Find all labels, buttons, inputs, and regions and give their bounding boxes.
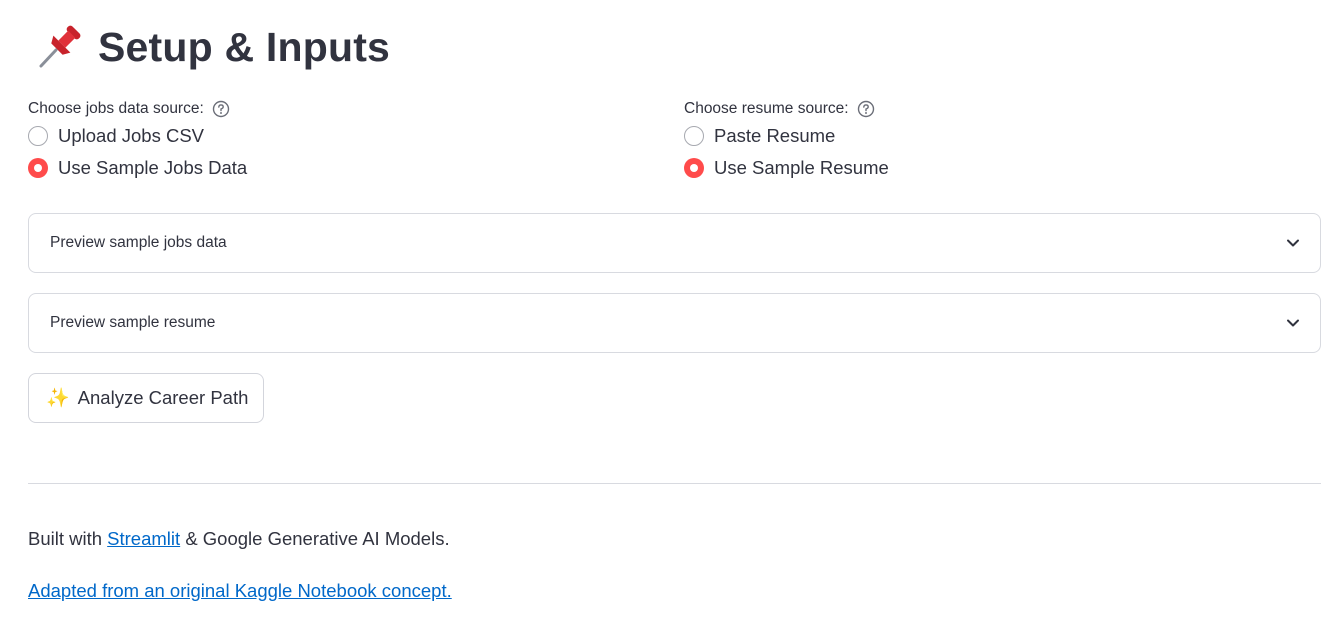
radio-unselected-icon[interactable]: [28, 126, 48, 146]
sparkles-icon: ✨: [46, 388, 70, 409]
streamlit-link[interactable]: Streamlit: [107, 528, 180, 549]
help-circle-icon[interactable]: [857, 100, 875, 118]
resume-source-label: Choose resume source:: [684, 100, 849, 117]
help-circle-icon[interactable]: [212, 100, 230, 118]
radio-selected-icon[interactable]: [684, 158, 704, 178]
radio-label: Upload Jobs CSV: [58, 125, 205, 146]
chevron-down-icon: [1287, 239, 1299, 247]
page-title: Setup & Inputs: [98, 23, 391, 70]
expander-label: Preview sample resume: [50, 314, 216, 331]
analyze-career-path-button[interactable]: ✨ Analyze Career Path: [28, 373, 265, 423]
radio-paste-resume[interactable]: Paste Resume: [684, 120, 889, 152]
radio-selected-icon[interactable]: [28, 158, 48, 178]
footer-attribution: Adapted from an original Kaggle Notebook…: [28, 580, 452, 602]
pushpin-icon: [39, 25, 81, 68]
radio-unselected-icon[interactable]: [684, 126, 704, 146]
jobs-source-label: Choose jobs data source:: [28, 100, 204, 117]
page-header: Setup & Inputs: [34, 22, 390, 72]
radio-use-sample-jobs-data[interactable]: Use Sample Jobs Data: [28, 152, 247, 184]
radio-label: Paste Resume: [714, 125, 836, 146]
expander-preview-jobs-data[interactable]: Preview sample jobs data: [28, 213, 1321, 273]
radio-upload-jobs-csv[interactable]: Upload Jobs CSV: [28, 120, 247, 152]
footer-built-with: Built with Streamlit & Google Generative…: [28, 528, 450, 549]
chevron-down-icon: [1287, 319, 1299, 327]
radio-use-sample-resume[interactable]: Use Sample Resume: [684, 152, 889, 184]
radio-label: Use Sample Jobs Data: [58, 157, 248, 178]
expander-label: Preview sample jobs data: [50, 234, 227, 251]
button-label: Analyze Career Path: [77, 387, 249, 408]
kaggle-notebook-link[interactable]: Adapted from an original Kaggle Notebook…: [28, 580, 452, 601]
resume-source-radio-group: Choose resume source: Paste Resume Use S…: [684, 98, 889, 184]
expander-preview-resume[interactable]: Preview sample resume: [28, 293, 1321, 353]
jobs-source-radio-group: Choose jobs data source: Upload Jobs CSV…: [28, 98, 247, 184]
divider: [28, 483, 1321, 484]
radio-label: Use Sample Resume: [714, 157, 889, 178]
